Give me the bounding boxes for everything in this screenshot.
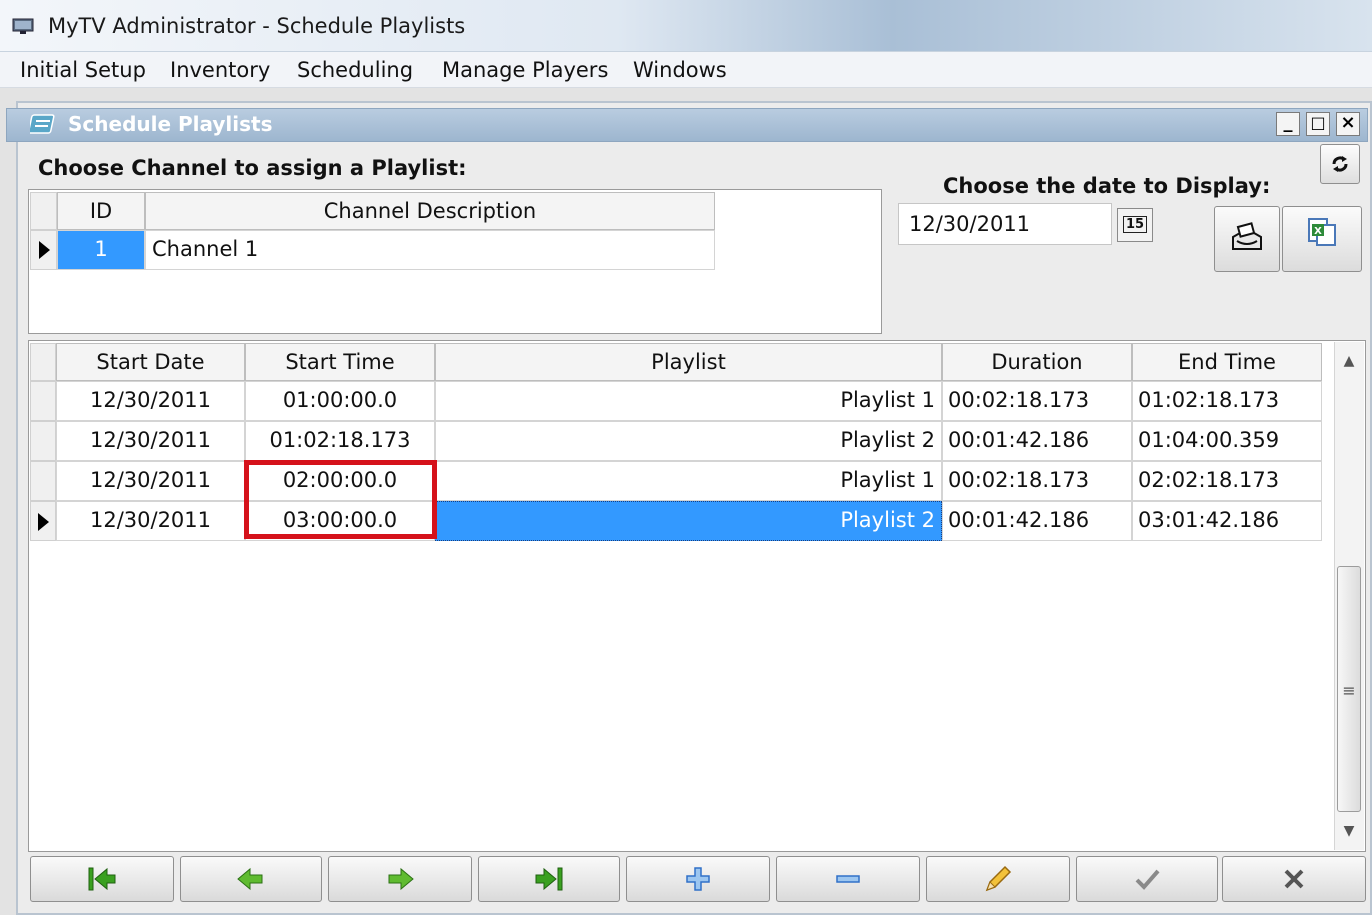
first-record-button[interactable]	[30, 856, 174, 902]
scroll-down-arrow-icon[interactable]: ▼	[1338, 820, 1360, 842]
schedule-icon	[30, 114, 55, 134]
schedule-row-indicator[interactable]	[30, 501, 56, 541]
playlist-cell[interactable]: Playlist 2	[435, 421, 942, 461]
end-time-cell[interactable]: 01:04:00.359	[1132, 421, 1322, 461]
column-header-end-time[interactable]: End Time	[1132, 343, 1322, 381]
add-record-button[interactable]	[626, 856, 770, 902]
current-row-arrow-icon	[39, 241, 50, 259]
previous-record-icon	[237, 867, 263, 891]
delete-record-button[interactable]	[776, 856, 920, 902]
calendar-button[interactable]: 15	[1117, 208, 1153, 242]
start-date-cell[interactable]: 12/30/2011	[56, 461, 245, 501]
menu-manage-players[interactable]: Manage Players	[442, 58, 608, 82]
duration-cell[interactable]: 00:02:18.173	[942, 381, 1132, 421]
add-icon	[686, 867, 710, 891]
svg-text:X: X	[1314, 226, 1322, 237]
channel-id-cell[interactable]: 1	[57, 230, 145, 270]
calendar-icon: 15	[1122, 216, 1148, 233]
column-header-start-date[interactable]: Start Date	[56, 343, 245, 381]
start-date-cell[interactable]: 12/30/2011	[56, 501, 245, 541]
print-icon	[1232, 222, 1262, 250]
playlist-cell[interactable]: Playlist 1	[435, 381, 942, 421]
first-record-icon	[88, 867, 116, 891]
app-title: MyTV Administrator - Schedule Playlists	[48, 14, 466, 38]
column-header-playlist[interactable]: Playlist	[435, 343, 942, 381]
refresh-icon	[1332, 156, 1348, 172]
menu-windows[interactable]: Windows	[633, 58, 727, 82]
schedule-row-indicator[interactable]	[30, 381, 56, 421]
schedule-row-indicator[interactable]	[30, 461, 56, 501]
scroll-up-arrow-icon[interactable]: ▲	[1338, 350, 1360, 372]
column-header-channel-description[interactable]: Channel Description	[145, 192, 715, 230]
channel-heading: Choose Channel to assign a Playlist:	[38, 156, 467, 180]
start-date-cell[interactable]: 12/30/2011	[56, 421, 245, 461]
close-button[interactable]: ×	[1336, 112, 1360, 136]
maximize-button[interactable]: □	[1306, 112, 1330, 136]
playlist-cell[interactable]: Playlist 1	[435, 461, 942, 501]
menu-initial-setup[interactable]: Initial Setup	[20, 58, 146, 82]
playlist-cell-selected[interactable]: Playlist 2	[435, 501, 942, 541]
duration-cell[interactable]: 00:01:42.186	[942, 501, 1132, 541]
column-header-id[interactable]: ID	[57, 192, 145, 230]
duration-cell[interactable]: 00:02:18.173	[942, 461, 1132, 501]
highlight-annotation-box	[244, 460, 437, 539]
channel-description-cell[interactable]: Channel 1	[145, 230, 715, 270]
cancel-record-button[interactable]	[1222, 856, 1366, 902]
post-record-button[interactable]	[1076, 856, 1218, 902]
edit-record-button[interactable]	[926, 856, 1070, 902]
menu-inventory[interactable]: Inventory	[170, 58, 270, 82]
excel-export-icon: X	[1308, 218, 1336, 246]
last-record-icon	[535, 867, 563, 891]
channel-header-indicator	[30, 192, 57, 230]
date-heading: Choose the date to Display:	[943, 174, 1271, 198]
cancel-icon	[1284, 869, 1304, 889]
start-time-cell[interactable]: 01:02:18.173	[245, 421, 435, 461]
schedule-header-indicator	[30, 343, 56, 381]
column-header-duration[interactable]: Duration	[942, 343, 1132, 381]
refresh-button[interactable]	[1320, 144, 1360, 184]
post-icon	[1135, 869, 1160, 890]
current-row-arrow-icon	[38, 513, 49, 531]
schedule-row-indicator[interactable]	[30, 421, 56, 461]
end-time-cell[interactable]: 01:02:18.173	[1132, 381, 1322, 421]
end-time-cell[interactable]: 02:02:18.173	[1132, 461, 1322, 501]
start-date-cell[interactable]: 12/30/2011	[56, 381, 245, 421]
menu-scheduling[interactable]: Scheduling	[297, 58, 413, 82]
scroll-grip-icon: ≡	[1342, 681, 1356, 700]
excel-export-button[interactable]: X	[1282, 206, 1362, 272]
edit-icon	[985, 865, 1012, 892]
last-record-button[interactable]	[478, 856, 620, 902]
child-window-title: Schedule Playlists	[68, 112, 273, 136]
duration-cell[interactable]: 00:01:42.186	[942, 421, 1132, 461]
channel-row-indicator[interactable]	[30, 230, 57, 270]
app-monitor-icon	[12, 18, 34, 34]
column-header-start-time[interactable]: Start Time	[245, 343, 435, 381]
delete-icon	[836, 875, 860, 883]
print-button[interactable]	[1214, 206, 1280, 272]
next-record-button[interactable]	[328, 856, 472, 902]
date-input[interactable]: 12/30/2011	[898, 203, 1112, 245]
previous-record-button[interactable]	[180, 856, 322, 902]
minimize-button[interactable]: _	[1276, 112, 1300, 136]
next-record-icon	[388, 867, 414, 891]
end-time-cell[interactable]: 03:01:42.186	[1132, 501, 1322, 541]
start-time-cell[interactable]: 01:00:00.0	[245, 381, 435, 421]
